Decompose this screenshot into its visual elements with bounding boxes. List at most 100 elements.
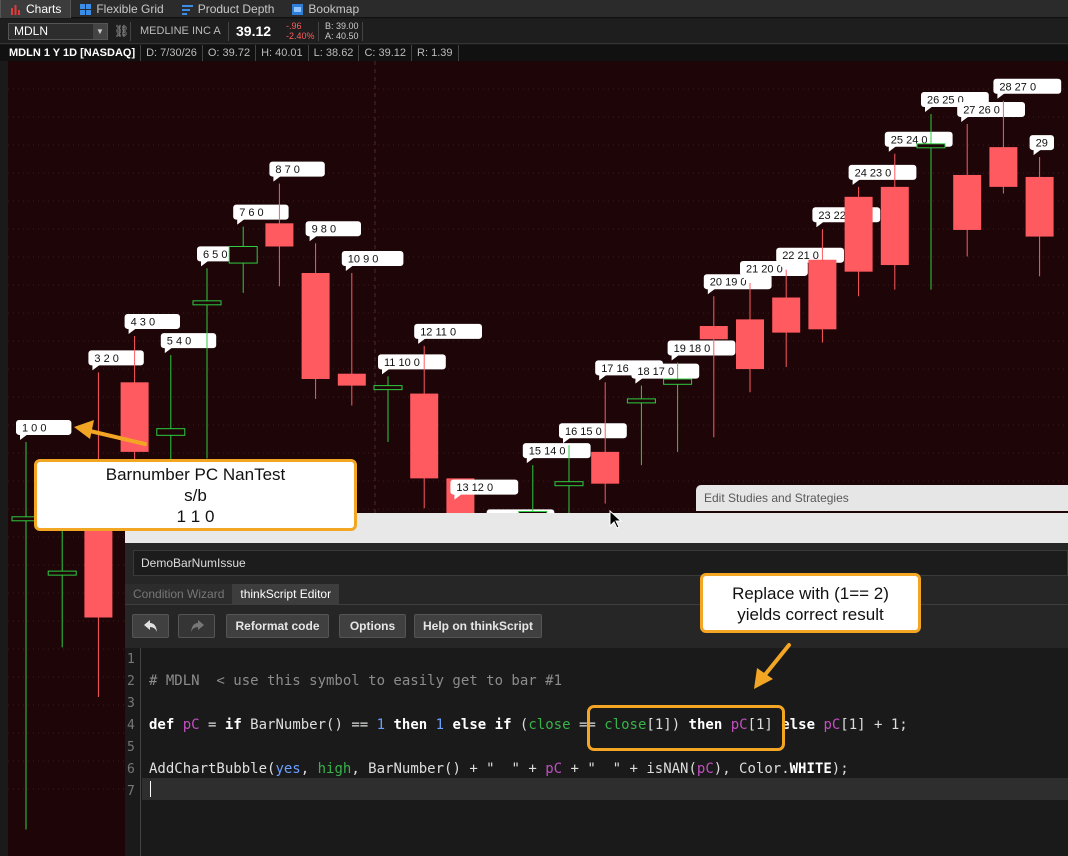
info-high: H: 40.01: [256, 45, 309, 61]
candle: [626, 385, 656, 466]
bubble-tail: [309, 235, 318, 242]
candle: [265, 183, 294, 287]
candle-body: [626, 398, 656, 404]
code-token: AddChartBubble(: [149, 761, 276, 777]
tab-charts-label: Charts: [26, 2, 62, 16]
study-name-field[interactable]: DemoBarNumIssue: [133, 550, 1068, 576]
chart-bubble: 11 10 0: [378, 354, 446, 375]
code-token: BarNumber() ==: [241, 717, 377, 733]
bubble-label: 8 7 0: [275, 164, 299, 176]
code-token: high: [317, 761, 352, 777]
link-icon[interactable]: ⛓: [114, 24, 129, 38]
bubble-tail: [237, 218, 246, 225]
chart-bubble: 7 6 0: [233, 204, 289, 225]
code-token: then: [385, 717, 436, 733]
candle: [410, 345, 439, 509]
candle-body: [808, 259, 837, 330]
tab-flexible-grid[interactable]: Flexible Grid: [71, 0, 172, 18]
code-editor[interactable]: 1 2 3 4 5 6 7 # MDLN < use this symbol t…: [125, 648, 1068, 856]
chart-bubble: 29: [1029, 135, 1054, 156]
edit-studies-window-title[interactable]: Edit Studies and Strategies: [696, 485, 1068, 511]
redo-icon: [190, 620, 204, 632]
redo-button[interactable]: [178, 614, 215, 638]
line-number: 2: [127, 674, 135, 689]
bubble-tail: [418, 337, 427, 344]
chart-bubble: 24 23 0: [848, 164, 917, 185]
bubble-label: 9 8 0: [312, 224, 336, 236]
code-token: 1: [435, 717, 445, 733]
candle: [591, 382, 620, 504]
editor-tabs: Condition Wizard thinkScript Editor: [125, 584, 340, 604]
code-line-4: def pC = if BarNumber() == 1 then 1 else…: [149, 717, 908, 733]
code-line-6: AddChartBubble(yes, high, BarNumber() + …: [149, 761, 849, 777]
text-caret: [150, 781, 151, 797]
candle: [192, 268, 222, 459]
chevron-down-icon[interactable]: ▼: [93, 24, 107, 39]
bubble-tail: [671, 354, 680, 361]
bid-ask: B: 39.00 A: 40.50: [325, 21, 359, 41]
callout-line: yields correct result: [737, 605, 884, 624]
info-date: D: 7/30/26: [141, 45, 203, 61]
tab-product-depth-label: Product Depth: [197, 2, 275, 16]
bubble-label: 5 4 0: [167, 336, 191, 348]
candle: [736, 282, 764, 393]
depth-icon: [181, 4, 193, 15]
undo-button[interactable]: [132, 614, 169, 638]
line-number: 3: [127, 696, 135, 711]
code-token: WHITE: [789, 761, 832, 777]
callout-line: s/b: [184, 486, 207, 505]
bubble-label: 24 23 0: [855, 167, 892, 179]
chart-bubble: 3 2 0: [88, 350, 144, 371]
bubble-tail: [961, 115, 970, 122]
bubble-tail: [563, 437, 571, 444]
candle-body: [663, 378, 693, 385]
candle-body: [989, 147, 1018, 187]
candle-body: [337, 373, 366, 386]
bubble-tail: [201, 260, 209, 267]
code-token: if: [224, 717, 242, 733]
tab-product-depth[interactable]: Product Depth: [173, 0, 284, 18]
bubble-tail: [128, 327, 137, 334]
bubble-label: 3 2 0: [94, 353, 118, 365]
line-number: 6: [127, 762, 135, 777]
editor-toolbar: Reformat code Options Help on thinkScrip…: [125, 605, 1068, 647]
line-number: 7: [127, 784, 135, 799]
tab-charts[interactable]: Charts: [0, 0, 72, 18]
callout-line: Replace with (1== 2): [732, 584, 889, 603]
bookmap-icon: [292, 3, 304, 15]
change-percent: -2.40%: [286, 31, 315, 41]
code-token: ), Color.: [713, 761, 790, 777]
bubble-tail: [997, 92, 1006, 99]
code-token: [1] + 1;: [840, 717, 908, 733]
line-number: 5: [127, 740, 135, 755]
bubble-tail: [382, 368, 390, 375]
line-number: 4: [127, 718, 135, 733]
price-change: -.96 -2.40%: [286, 21, 315, 41]
tab-condition-wizard[interactable]: Condition Wizard: [125, 584, 233, 604]
candle-body: [301, 273, 330, 379]
reformat-code-button[interactable]: Reformat code: [226, 614, 329, 638]
candle-body: [84, 530, 113, 618]
bubble-tail: [707, 288, 716, 295]
last-price: 39.12: [236, 23, 272, 39]
chart-bubble: 27 26 0: [957, 101, 1025, 122]
tab-bookmap[interactable]: Bookmap: [283, 0, 368, 18]
bubble-label: 16 15 0: [565, 426, 602, 438]
symbol-input[interactable]: MDLN ▼: [8, 23, 108, 40]
candle: [373, 376, 403, 442]
help-thinkscript-button[interactable]: Help on thinkScript: [414, 614, 542, 638]
bubble-label: 12 11 0: [420, 326, 456, 338]
divider: [318, 22, 319, 41]
bubble-label: 19 18 0: [674, 343, 711, 355]
candle: [808, 229, 837, 343]
options-button[interactable]: Options: [339, 614, 406, 638]
code-token: =: [199, 717, 225, 733]
code-token: );: [831, 761, 849, 777]
tab-thinkscript-editor[interactable]: thinkScript Editor: [232, 584, 340, 604]
candle: [772, 269, 801, 368]
divider: [362, 22, 363, 41]
candle: [301, 243, 330, 399]
bubble-label: 20 19 0: [710, 277, 747, 289]
info-range: R: 1.39: [412, 45, 459, 61]
candle-body: [953, 174, 982, 230]
